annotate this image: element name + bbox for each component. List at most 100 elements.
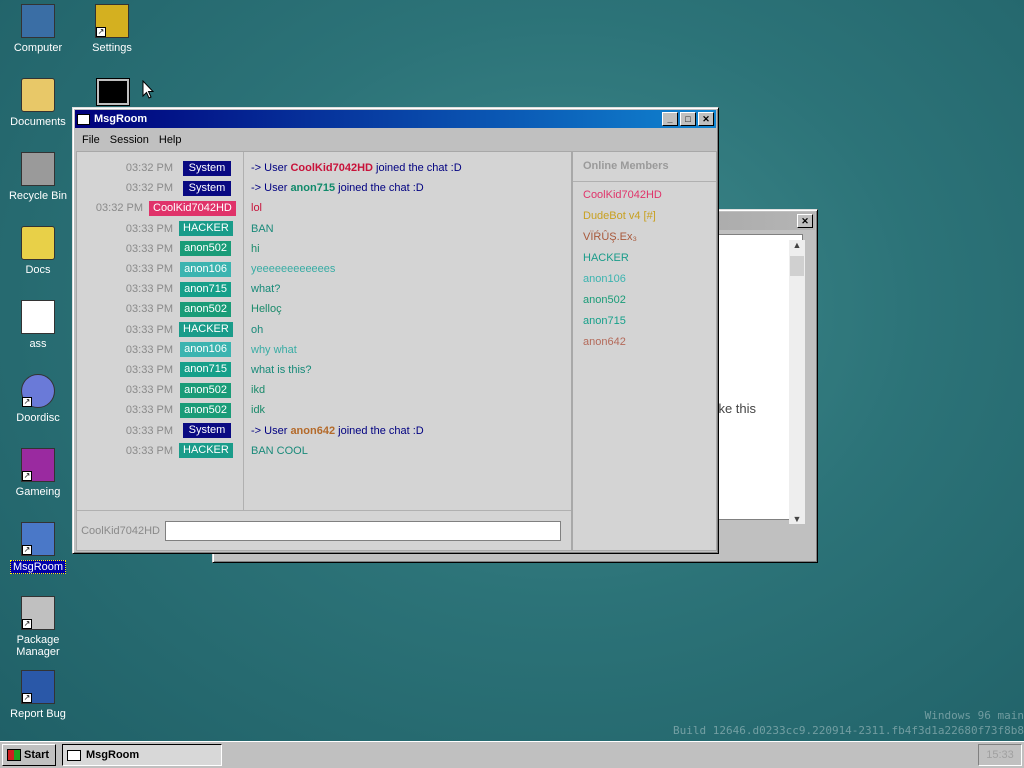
start-label: Start xyxy=(24,749,50,761)
message-time: 03:33 PM xyxy=(125,363,173,376)
menu-help[interactable]: Help xyxy=(154,134,187,146)
desktop-icon-label: Computer xyxy=(13,42,63,54)
desktop-icon-label: Doordisc xyxy=(16,412,60,424)
menu-session[interactable]: Session xyxy=(105,134,154,146)
shortcut-arrow-icon: ↗ xyxy=(22,397,32,407)
shortcut-arrow-icon: ↗ xyxy=(22,619,32,629)
shortcut-arrow-icon: ↗ xyxy=(96,27,106,37)
message-row: 03:33 PM HACKER BAN COOL xyxy=(77,441,571,461)
task-button-msgroom[interactable]: MsgRoom xyxy=(62,744,222,766)
desktop-icon-computer[interactable]: Computer xyxy=(2,4,74,54)
desktop-icon-package-manager[interactable]: ↗ Package Manager xyxy=(2,596,74,658)
background-window-scrollbar[interactable]: ▲ ▼ xyxy=(789,240,805,524)
windows-logo-icon xyxy=(7,749,21,761)
message-row: 03:33 PM anon502 hi xyxy=(77,239,571,259)
username-badge[interactable]: HACKER xyxy=(179,221,233,237)
member-item[interactable]: anon502 xyxy=(573,290,716,311)
member-item[interactable]: anon106 xyxy=(573,269,716,290)
username-badge[interactable]: System xyxy=(183,423,231,439)
members-title: Online Members xyxy=(573,152,716,182)
message-time: 03:33 PM xyxy=(125,303,173,316)
desktop-icon-documents[interactable]: Documents xyxy=(2,78,74,128)
input-username: CoolKid7042HD xyxy=(81,524,160,537)
message-time: 03:33 PM xyxy=(125,424,173,437)
message-text: Helloç xyxy=(243,303,282,315)
build-watermark: Windows 96 main Build 12646.d0233cc9.220… xyxy=(673,708,1024,738)
message-row: 03:33 PM anon502 Helloç xyxy=(77,299,571,319)
tray: 15:33 xyxy=(978,744,1022,766)
message-time: 03:32 PM xyxy=(125,182,173,195)
member-item[interactable]: CoolKid7042HD xyxy=(573,185,716,206)
username-badge[interactable]: anon106 xyxy=(180,342,231,358)
msgroom-window[interactable]: MsgRoom _ □ ✕ File Session Help 03:32 PM… xyxy=(72,107,719,554)
scroll-thumb[interactable] xyxy=(790,256,804,276)
shortcut-arrow-icon: ↗ xyxy=(22,471,32,481)
message-row: 03:33 PM System -> User anon642 joined the… xyxy=(77,420,571,440)
message-fragment: why what xyxy=(251,343,297,356)
desktop-icon-gameing[interactable]: ↗ Gameing xyxy=(2,448,74,498)
message-row: 03:33 PM HACKER oh xyxy=(77,320,571,340)
desktop-icon-label: Settings xyxy=(92,42,132,54)
computer-icon xyxy=(21,4,55,38)
member-item[interactable]: DudeBot v4 [#] xyxy=(573,206,716,227)
menu-file[interactable]: File xyxy=(77,134,105,146)
username-badge[interactable]: HACKER xyxy=(179,322,233,338)
member-item[interactable]: HACKER xyxy=(573,248,716,269)
message-fragment: hi xyxy=(251,242,260,255)
shortcut-arrow-icon: ↗ xyxy=(22,693,32,703)
start-button[interactable]: Start xyxy=(2,744,56,766)
desktop-icon-report-bug[interactable]: ↗ Report Bug xyxy=(2,670,74,720)
username-badge[interactable]: anon106 xyxy=(180,261,231,277)
desktop-icon-settings[interactable]: ↗ Settings xyxy=(76,4,148,54)
minimize-icon[interactable]: _ xyxy=(662,112,678,126)
message-row: 03:33 PM anon106 yeeeeeeeeeeees xyxy=(77,259,571,279)
message-row: 03:32 PM System -> User CoolKid7042HD join… xyxy=(77,158,571,178)
username-badge[interactable]: System xyxy=(183,160,231,176)
desktop-icon-docs[interactable]: Docs xyxy=(2,226,74,276)
clock[interactable]: 15:33 xyxy=(986,749,1014,761)
message-list: 03:32 PM System -> User CoolKid7042HD join… xyxy=(77,158,571,461)
message-text: -> User anon642 joined the chat :D xyxy=(243,425,424,437)
desktop-icon-doordisc[interactable]: ↗ Doordisc xyxy=(2,374,74,424)
member-item[interactable]: anon642 xyxy=(573,332,716,353)
username-badge[interactable]: anon715 xyxy=(180,362,231,378)
username-badge[interactable]: anon502 xyxy=(180,241,231,257)
window-title: MsgRoom xyxy=(94,113,148,125)
username-badge[interactable]: anon502 xyxy=(180,402,231,418)
username-badge[interactable]: anon502 xyxy=(180,301,231,317)
scroll-up-icon[interactable]: ▲ xyxy=(789,240,805,256)
message-fragment: ikd xyxy=(251,384,266,397)
msgroom-titlebar[interactable]: MsgRoom _ □ ✕ xyxy=(75,110,716,128)
desktop-icon-label: Gameing xyxy=(15,486,61,498)
mentioned-user: CoolKid7042HD xyxy=(290,162,373,175)
username-badge[interactable]: System xyxy=(183,180,231,196)
message-row: 03:33 PM anon502 idk xyxy=(77,400,571,420)
desktop-icon-recycle-bin[interactable]: Recycle Bin xyxy=(2,152,74,202)
username-badge[interactable]: anon715 xyxy=(180,281,231,297)
maximize-icon[interactable]: □ xyxy=(680,112,696,126)
msgroom-icon: ↗ xyxy=(21,522,55,556)
terminal-shortcut-icon[interactable] xyxy=(96,78,130,106)
menubar: File Session Help xyxy=(73,130,718,150)
watermark-line-1: Windows 96 main xyxy=(924,709,1024,722)
desktop-icon-ass[interactable]: ass xyxy=(2,300,74,350)
username-badge[interactable]: anon502 xyxy=(180,382,231,398)
desktop-icon-label: MsgRoom xyxy=(9,560,67,574)
message-row: 03:33 PM anon502 ikd xyxy=(77,380,571,400)
message-text: idk xyxy=(243,404,265,416)
message-time: 03:33 PM xyxy=(125,444,173,457)
username-badge[interactable]: CoolKid7042HD xyxy=(149,200,236,216)
message-fragment: what? xyxy=(251,283,281,296)
message-text: yeeeeeeeeeeees xyxy=(243,263,335,275)
username-badge[interactable]: HACKER xyxy=(179,443,233,459)
close-icon[interactable]: ✕ xyxy=(797,214,813,228)
close-icon[interactable]: ✕ xyxy=(698,112,714,126)
message-time: 03:33 PM xyxy=(125,384,173,397)
message-input[interactable] xyxy=(165,520,561,541)
member-item[interactable]: VÏŔÛŞ.Ex₃ xyxy=(573,227,716,248)
members-panel: Online Members CoolKid7042HD DudeBot v4 [… xyxy=(572,151,717,551)
desktop-icon-msgroom[interactable]: ↗ MsgRoom xyxy=(2,522,74,574)
message-fragment: joined the chat :D xyxy=(372,162,462,175)
scroll-down-icon[interactable]: ▼ xyxy=(789,514,805,524)
member-item[interactable]: anon715 xyxy=(573,311,716,332)
